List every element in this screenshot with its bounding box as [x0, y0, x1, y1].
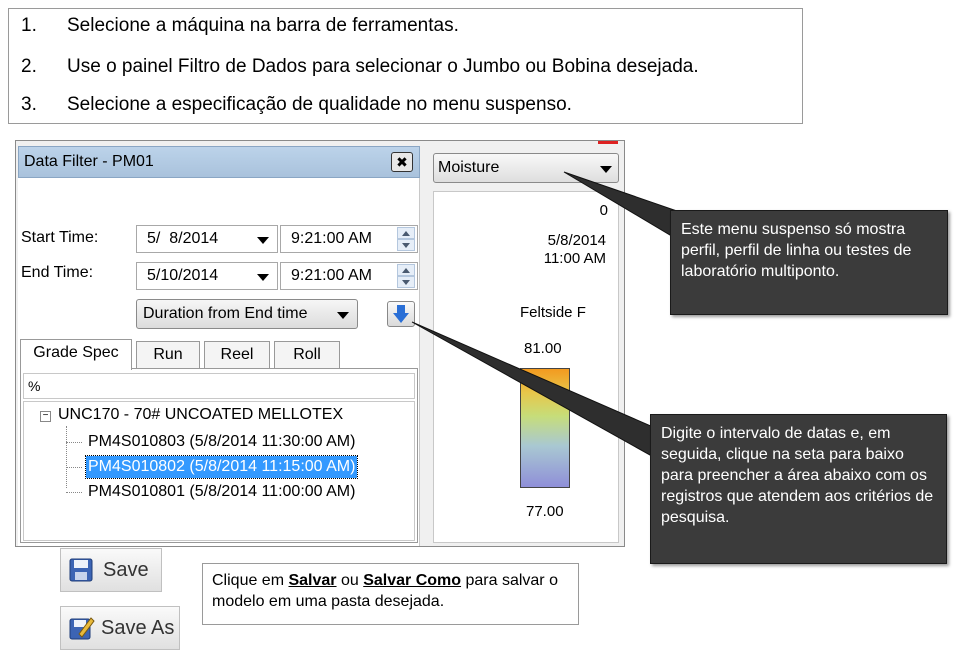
- start-time-label: Start Time:: [21, 229, 99, 246]
- end-time-value: 9:21:00 AM: [291, 267, 372, 284]
- start-date-value: 5/ 8/2014: [147, 230, 219, 247]
- date-range-callout: Digite o intervalo de datas e, em seguid…: [650, 414, 947, 564]
- instruction-number: 3.: [21, 94, 37, 115]
- instruction-text: Use o painel Filtro de Dados para seleci…: [67, 56, 699, 77]
- instruction-text: Selecione a especificação de qualidade n…: [67, 94, 572, 115]
- start-time-spinner[interactable]: 9:21:00 AM: [280, 225, 418, 253]
- save-as-icon: [69, 617, 95, 640]
- tree-root-grade[interactable]: UNC170 - 70# UNCOATED MELLOTEX: [58, 406, 343, 424]
- tab-run[interactable]: Run: [136, 341, 200, 369]
- floppy-disk-icon: [69, 558, 93, 582]
- tree-connector: [66, 492, 82, 493]
- tree-item-record[interactable]: PM4S010801 (5/8/2014 11:00:00 AM): [86, 481, 357, 503]
- legend-min: 77.00: [526, 503, 564, 520]
- tree-connector: [66, 442, 82, 443]
- tree-connector: [66, 467, 82, 468]
- spin-down-icon[interactable]: [397, 276, 415, 288]
- chevron-down-icon[interactable]: [337, 312, 349, 319]
- instruction-number: 2.: [21, 56, 37, 77]
- legend-date: 5/8/2014: [547, 232, 606, 249]
- panel-title: Data Filter - PM01: [24, 153, 154, 170]
- info-save-as-word: Salvar Como: [363, 572, 462, 589]
- dropdown-callout: Este menu suspenso só mostra perfil, per…: [670, 210, 948, 315]
- tree-connector: [66, 426, 67, 488]
- legend-top-value: 0: [599, 202, 608, 219]
- record-tree: − UNC170 - 70# UNCOATED MELLOTEX PM4S010…: [23, 401, 415, 541]
- end-time-label: End Time:: [21, 264, 94, 281]
- filter-tabs: Grade Spec Run Reel Roll: [20, 339, 418, 370]
- end-date-value: 5/10/2014: [147, 267, 219, 284]
- spin-up-icon[interactable]: [397, 227, 415, 239]
- color-scale-bar: [520, 368, 570, 488]
- end-time-spinner[interactable]: 9:21:00 AM: [280, 262, 418, 290]
- arrow-down-icon: [393, 305, 409, 323]
- parameter-value: Moisture: [438, 159, 500, 176]
- instruction-number: 1.: [21, 15, 37, 36]
- instructions-box: 1. Selecione a máquina na barra de ferra…: [8, 8, 803, 124]
- save-button[interactable]: Save: [60, 548, 162, 592]
- parameter-dropdown[interactable]: Moisture: [433, 153, 619, 183]
- app-window: Data Filter - PM01 ✖ Start Time: 5/ 8/20…: [15, 140, 625, 547]
- legend-time: 11:00 AM: [543, 250, 606, 267]
- data-filter-header: Data Filter - PM01 ✖: [18, 146, 420, 178]
- legend-panel: Moisture 0 5/8/2014 11:00 AM Feltside F …: [431, 149, 623, 546]
- duration-value: Duration from End time: [143, 305, 308, 322]
- tab-roll[interactable]: Roll: [274, 341, 340, 369]
- data-filter-panel: Start Time: 5/ 8/2014 9:21:00 AM End Tim…: [18, 178, 420, 546]
- tab-grade-spec[interactable]: Grade Spec: [20, 339, 132, 370]
- tab-reel[interactable]: Reel: [204, 341, 270, 369]
- info-prefix: Clique em: [212, 572, 289, 589]
- save-label: Save: [103, 559, 149, 581]
- save-info-box: Clique em Salvar ou Salvar Como para sal…: [202, 563, 579, 625]
- chevron-down-icon[interactable]: [257, 274, 269, 281]
- start-time-value: 9:21:00 AM: [291, 230, 372, 247]
- populate-down-button[interactable]: [387, 301, 415, 327]
- instruction-text: Selecione a máquina na barra de ferramen…: [67, 15, 459, 36]
- end-date-picker[interactable]: 5/10/2014: [136, 262, 278, 290]
- chevron-down-icon[interactable]: [600, 166, 612, 173]
- info-save-word: Salvar: [288, 572, 337, 589]
- color-legend: 0 5/8/2014 11:00 AM Feltside F 81.00 77.…: [433, 191, 619, 543]
- save-as-label: Save As: [101, 617, 175, 639]
- close-icon[interactable]: ✖: [391, 152, 413, 172]
- spin-down-icon[interactable]: [397, 239, 415, 251]
- info-middle: ou: [336, 572, 364, 589]
- chevron-down-icon[interactable]: [257, 237, 269, 244]
- start-date-picker[interactable]: 5/ 8/2014: [136, 225, 278, 253]
- legend-label: Feltside F: [520, 304, 586, 321]
- tree-item-record[interactable]: PM4S010803 (5/8/2014 11:30:00 AM): [86, 431, 357, 453]
- collapse-icon[interactable]: −: [40, 411, 51, 422]
- legend-max: 81.00: [524, 340, 562, 357]
- spin-up-icon[interactable]: [397, 264, 415, 276]
- tree-item-record-selected[interactable]: PM4S010802 (5/8/2014 11:15:00 AM): [84, 455, 359, 479]
- save-as-button[interactable]: Save As: [60, 606, 180, 650]
- window-edge-mark: [598, 141, 618, 144]
- grade-spec-content: % − UNC170 - 70# UNCOATED MELLOTEX PM4S0…: [20, 368, 418, 543]
- grade-filter-input[interactable]: %: [23, 373, 415, 399]
- duration-dropdown[interactable]: Duration from End time: [136, 299, 358, 329]
